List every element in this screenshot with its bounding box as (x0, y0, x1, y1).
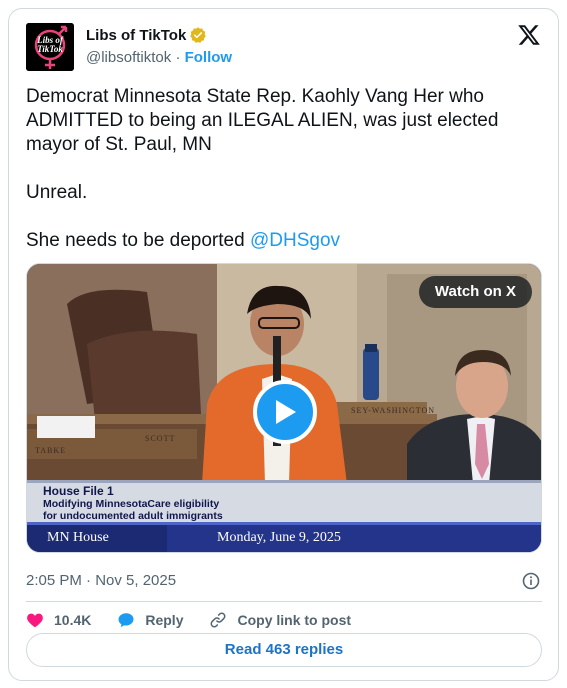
lower-third-sub-1: Modifying MinnesotaCare eligibility (43, 498, 220, 510)
lower-third-sub-2: for undocumented adult immigrants (43, 510, 223, 522)
lower-third-channel: MN House (47, 530, 109, 545)
like-button[interactable]: 10.4K (26, 611, 91, 629)
watch-on-x-button[interactable]: Watch on X (418, 276, 532, 308)
read-replies-button[interactable]: Read 463 replies (26, 633, 542, 667)
tweet-paragraph-1: Democrat Minnesota State Rep. Kaohly Van… (26, 86, 499, 155)
tweet-paragraph-3: She needs to be deported @DHSgov (26, 229, 536, 253)
heart-icon (27, 613, 43, 628)
separator: · (175, 49, 181, 66)
lower-third-title: House File 1 Modifying MinnesotaCare eli… (43, 484, 223, 523)
nameplate-left: TABKE (35, 446, 67, 455)
follow-button[interactable]: Follow (185, 49, 233, 66)
reply-bubble-icon (118, 613, 134, 628)
svg-text:TikTok: TikTok (37, 44, 63, 54)
action-bar: 10.4K Reply Copy link to post (26, 605, 377, 635)
tweet-text: Democrat Minnesota State Rep. Kaohly Van… (26, 85, 536, 253)
tweet-paragraph-3-text: She needs to be deported (26, 230, 250, 251)
handle-row: @libsoftiktok · Follow (86, 49, 232, 66)
display-name[interactable]: Libs of TikTok (86, 27, 186, 44)
like-count: 10.4K (54, 612, 92, 628)
x-logo-icon[interactable] (517, 23, 541, 47)
lower-third-date: Monday, June 9, 2025 (217, 530, 341, 545)
reply-button[interactable]: Reply (117, 611, 183, 629)
play-icon (276, 400, 296, 424)
reply-label: Reply (145, 612, 184, 628)
tweet-paragraph-2: Unreal. (26, 182, 88, 203)
avatar[interactable]: Libs of TikTok (26, 23, 74, 71)
link-icon (211, 612, 226, 628)
mention-link[interactable]: @DHSgov (250, 230, 340, 251)
video-media[interactable]: TABKE SCOTT SEY-WASHINGTON House File 1 … (26, 263, 542, 553)
handle[interactable]: @libsoftiktok (86, 49, 171, 66)
lower-third-heading: House File 1 (43, 484, 114, 498)
play-button[interactable] (253, 380, 317, 444)
nameplate-right: SEY-WASHINGTON (351, 406, 436, 415)
avatar-logo-icon: Libs of TikTok (26, 23, 74, 71)
copy-link-button[interactable]: Copy link to post (209, 611, 351, 629)
divider (26, 601, 542, 602)
info-icon[interactable] (521, 571, 541, 591)
nameplate-mid: SCOTT (145, 434, 176, 443)
verified-badge-icon (190, 27, 207, 43)
copy-link-label: Copy link to post (237, 612, 352, 628)
tweet-card: Libs of TikTok Libs of TikTok @libsoftik… (8, 8, 559, 681)
timestamp[interactable]: 2:05 PM · Nov 5, 2025 (26, 572, 176, 589)
